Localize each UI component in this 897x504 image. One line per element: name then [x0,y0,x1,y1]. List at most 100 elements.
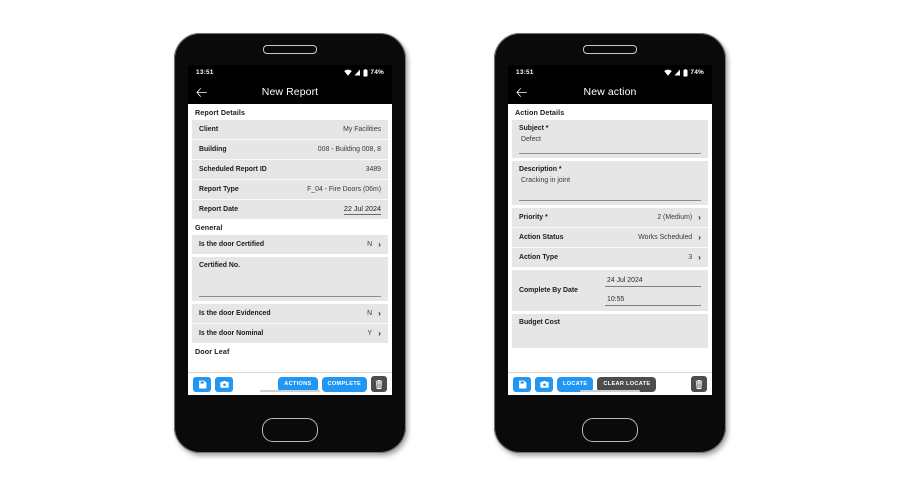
row-label: Priority * [519,214,548,221]
report-date-value[interactable]: 22 Jul 2024 [343,204,381,215]
battery-percent: 74% [370,69,384,76]
description-field[interactable]: Description * Cracking in joint [512,161,708,205]
row-value: 2 (Medium) [657,214,693,221]
row-value: N [367,241,373,248]
back-arrow-icon[interactable] [188,87,214,97]
section-header-action-details: Action Details [508,104,712,120]
field-underline [199,296,381,297]
status-bar-right: 13:51 74% [508,65,712,80]
complete-by-time-value[interactable]: 10:55 [605,294,701,306]
earpiece-speaker-left [263,45,317,54]
table-row[interactable]: Building 008 - Building 008, 8 [192,140,388,160]
page-title: New Report [261,86,319,98]
action-rows-card: Priority * 2 (Medium) › Action Status Wo… [512,208,708,267]
home-button-left[interactable] [262,418,318,442]
chevron-right-icon: › [378,239,381,250]
row-value: My Facilities [343,126,381,133]
phone-device-right: 13:51 74% New action Action Details Subj… [494,33,726,453]
field-label: Subject * [519,125,549,132]
chevron-right-icon: › [698,232,701,243]
field-label: Certified No. [199,262,240,269]
page-title: New action [583,86,637,98]
save-icon[interactable] [513,376,531,392]
phone-screen-right: 13:51 74% New action Action Details Subj… [508,65,712,395]
row-label: Building [199,146,227,153]
subject-field[interactable]: Subject * Defect [512,120,708,158]
field-value[interactable] [199,269,381,293]
date-time-stack: 24 Jul 2024 10:55 [605,275,701,306]
description-input[interactable]: Cracking in joint [519,173,701,197]
row-value: Works Scheduled [638,234,693,241]
field-underline [519,153,701,154]
app-bar-right: New action [508,80,712,104]
earpiece-speaker-right [583,45,637,54]
trash-icon[interactable] [371,376,387,392]
row-value: N [367,310,373,317]
report-date-row[interactable]: Report Date 22 Jul 2024 [192,200,388,219]
section-header-general: General [188,219,392,235]
home-button-right[interactable] [582,418,638,442]
app-bar-left: New Report [188,80,392,104]
priority-row[interactable]: Priority * 2 (Medium) › [512,208,708,228]
row-label: Is the door Certified [199,241,265,248]
row-label: Report Date [199,206,239,213]
row-label: Action Type [519,254,558,261]
row-label: Client [199,126,219,133]
door-evidenced-row[interactable]: Is the door Evidenced N › [192,304,388,324]
table-row[interactable]: Scheduled Report ID 3489 [192,160,388,180]
signal-icon [354,69,361,76]
row-value: 008 - Building 008, 8 [317,146,381,153]
action-type-row[interactable]: Action Type 3 › [512,248,708,267]
battery-icon [683,68,688,76]
status-bar-time: 13:51 [516,69,534,76]
chevron-right-icon: › [378,308,381,319]
certified-no-field[interactable]: Certified No. [192,257,388,301]
row-value: F_04 - Fire Doors (06m) [307,186,381,193]
table-row[interactable]: Report Type F_04 - Fire Doors (06m) [192,180,388,200]
door-certified-row[interactable]: Is the door Certified N › [192,235,388,254]
form-content-left[interactable]: Report Details Client My Facilities Buil… [188,104,392,372]
nav-gesture-pill [580,390,640,392]
row-value: 3 [688,254,693,261]
door-nominal-row[interactable]: Is the door Nominal Y › [192,324,388,343]
row-label: Scheduled Report ID [199,166,267,173]
complete-by-date-value[interactable]: 24 Jul 2024 [605,275,701,287]
camera-icon[interactable] [215,376,233,392]
battery-percent: 74% [690,69,704,76]
complete-button[interactable]: COMPLETE [321,376,367,392]
trash-icon[interactable] [691,376,707,392]
camera-icon[interactable] [535,376,553,392]
table-row[interactable]: Client My Facilities [192,120,388,140]
chevron-right-icon: › [378,328,381,339]
row-label: Action Status [519,234,564,241]
report-details-card: Client My Facilities Building 008 - Buil… [192,120,388,219]
row-label: Is the door Nominal [199,330,264,337]
form-content-right[interactable]: Action Details Subject * Defect Descript… [508,104,712,372]
field-underline [519,200,701,201]
row-label: Complete By Date [519,287,578,294]
phone-device-left: 13:51 74% New Report Report Details Clie… [174,33,406,453]
wifi-icon [664,69,673,76]
budget-cost-input[interactable] [519,326,701,344]
field-label: Budget Cost [519,319,560,326]
back-arrow-icon[interactable] [508,87,534,97]
section-header-door-leaf: Door Leaf [188,343,392,359]
chevron-right-icon: › [698,252,701,263]
status-bar-indicators: 74% [344,68,384,77]
action-status-row[interactable]: Action Status Works Scheduled › [512,228,708,248]
battery-icon [363,68,368,76]
save-icon[interactable] [193,376,211,392]
nav-gesture-pill [260,390,320,392]
complete-by-date-row[interactable]: Complete By Date 24 Jul 2024 10:55 [512,270,708,311]
budget-cost-field[interactable]: Budget Cost [512,314,708,348]
chevron-right-icon: › [698,212,701,223]
section-header-report-details: Report Details [188,104,392,120]
wifi-icon [344,69,353,76]
status-bar-time: 13:51 [196,69,214,76]
subject-input[interactable]: Defect [519,132,701,150]
status-bar-left: 13:51 74% [188,65,392,80]
general-card-2: Is the door Evidenced N › Is the door No… [192,304,388,343]
row-value: 3489 [365,166,381,173]
row-label: Report Type [199,186,239,193]
phone-screen-left: 13:51 74% New Report Report Details Clie… [188,65,392,395]
